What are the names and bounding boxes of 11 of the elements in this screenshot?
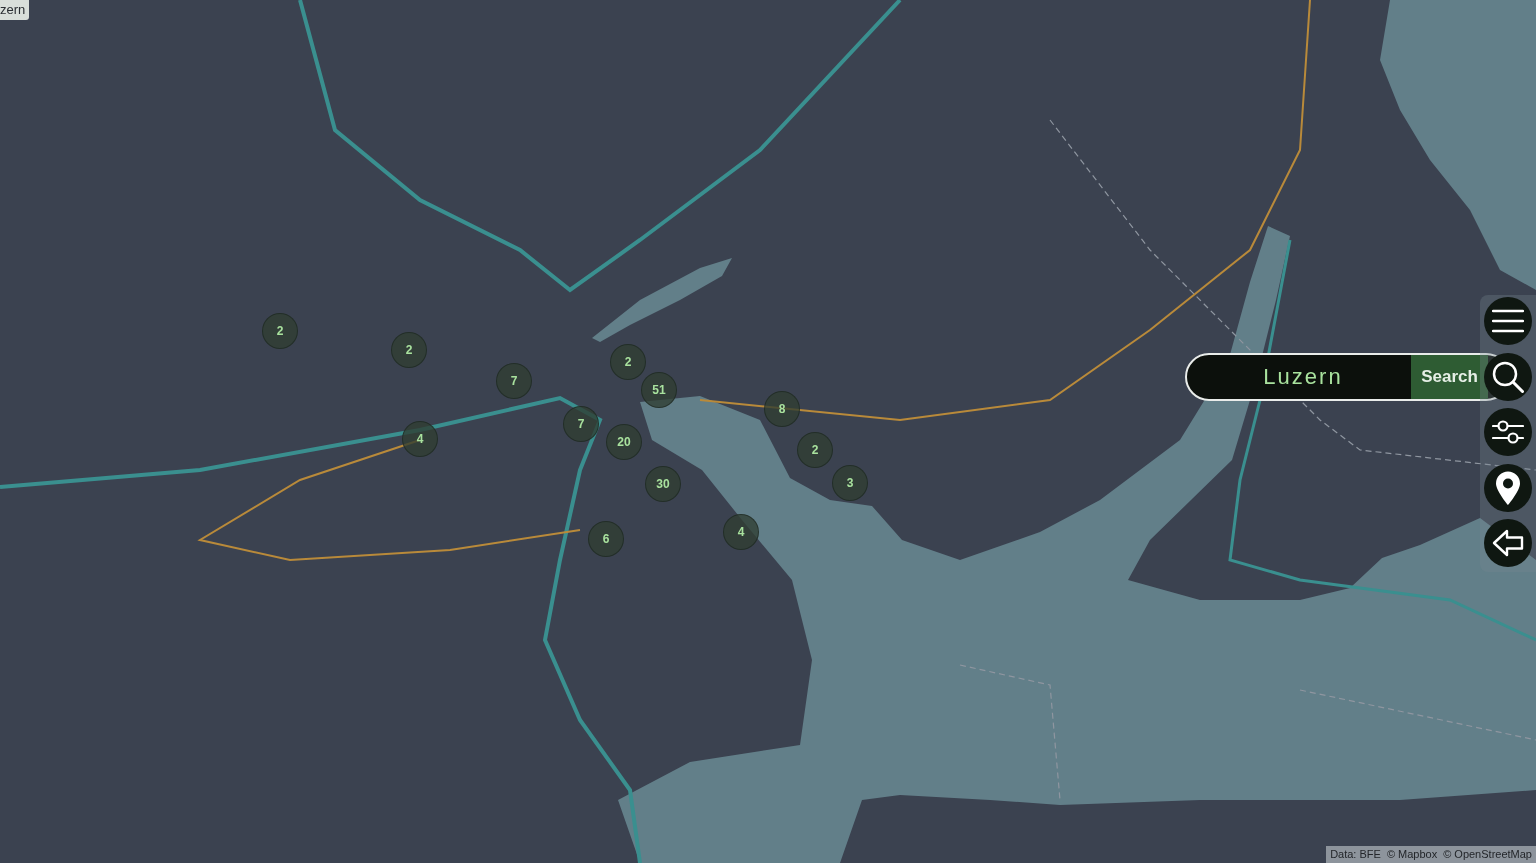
search-submit-button[interactable]: Search	[1411, 355, 1488, 399]
attribution-link[interactable]: © OpenStreetMap	[1443, 846, 1532, 863]
search-field[interactable]: Luzern	[1187, 355, 1411, 399]
place-label: zern	[0, 0, 30, 20]
menu-icon	[1492, 309, 1524, 333]
map-pin-icon	[1495, 470, 1521, 505]
search-icon	[1492, 360, 1524, 393]
attribution-text: Data: BFE	[1330, 847, 1381, 862]
attribution-link[interactable]: © Mapbox	[1386, 846, 1438, 863]
arrow-left-icon	[1492, 529, 1524, 557]
sliders-icon	[1492, 418, 1524, 446]
